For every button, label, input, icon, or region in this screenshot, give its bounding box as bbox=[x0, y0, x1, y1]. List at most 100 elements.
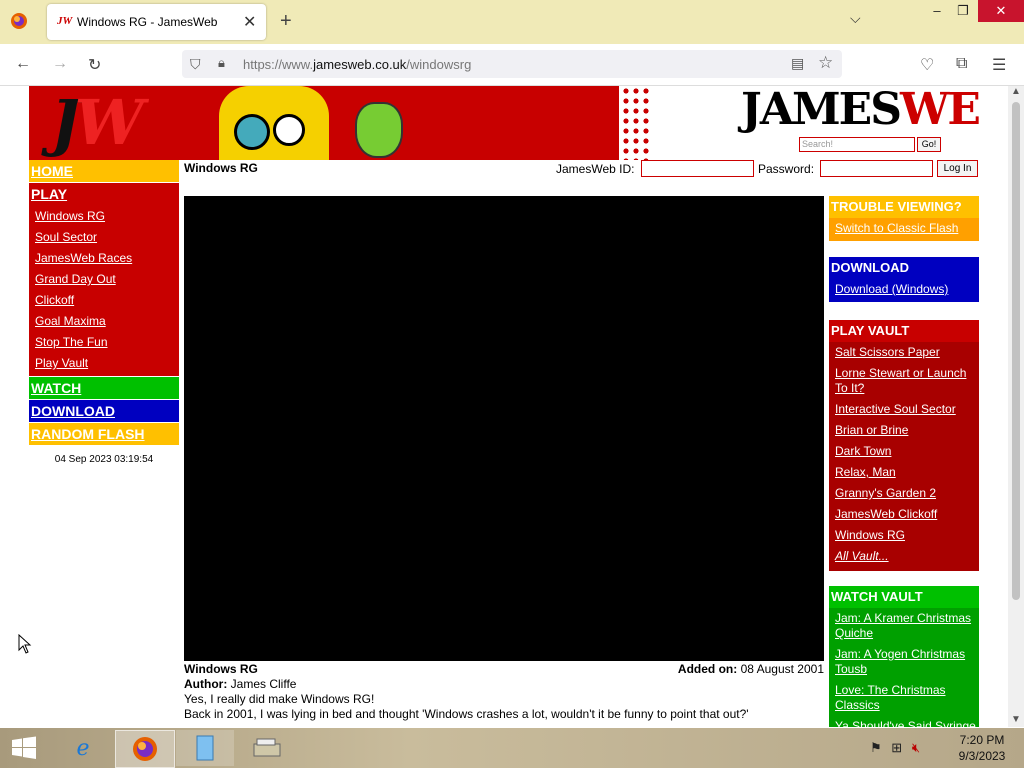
play-vault-heading: PLAY VAULT bbox=[829, 320, 979, 342]
network-icon[interactable]: ⊞ bbox=[891, 740, 902, 755]
page-title: Windows RG bbox=[184, 161, 258, 175]
trouble-viewing-box: TROUBLE VIEWING? Switch to Classic Flash bbox=[829, 196, 979, 241]
game-description-line-2: Back in 2001, I was lying in bed and tho… bbox=[184, 707, 749, 721]
play-vault-box: PLAY VAULT Salt Scissors Paper Lorne Ste… bbox=[829, 320, 979, 571]
scroll-up-icon[interactable]: ▲ bbox=[1011, 86, 1021, 97]
jamesweb-logo[interactable]: JAMESWEB bbox=[741, 86, 979, 135]
play-item-jamesweb-races[interactable]: JamesWeb Races bbox=[29, 248, 179, 269]
nav-download[interactable]: DOWNLOAD bbox=[29, 400, 179, 422]
banner-green-creature bbox=[355, 102, 403, 158]
taskbar-date: 9/3/2023 bbox=[958, 749, 1006, 763]
banner-eye-right bbox=[273, 114, 305, 146]
play-item-play-vault[interactable]: Play Vault bbox=[29, 353, 179, 374]
banner-jw-graphic: JW bbox=[51, 86, 144, 159]
address-bar[interactable]: ⛉ 🔒︎ https://www.jamesweb.co.uk/windowsr… bbox=[182, 50, 842, 78]
login-id-input[interactable] bbox=[641, 160, 754, 177]
bookmark-star-icon[interactable]: ☆ bbox=[818, 53, 833, 73]
game-description-line-1: Yes, I really did make Windows RG! bbox=[184, 692, 375, 706]
login-password-input[interactable] bbox=[820, 160, 933, 177]
play-vault-item[interactable]: Brian or Brine bbox=[829, 420, 979, 441]
windows-start-icon[interactable] bbox=[10, 736, 38, 760]
game-author: Author: James Cliffe bbox=[184, 677, 297, 691]
play-vault-item[interactable]: Salt Scissors Paper bbox=[829, 342, 979, 363]
play-item-windows-rg[interactable]: Windows RG bbox=[29, 206, 179, 227]
play-vault-item[interactable]: Dark Town bbox=[829, 441, 979, 462]
play-vault-item[interactable]: Windows RG bbox=[829, 525, 979, 546]
site-favicon-icon: JW bbox=[57, 15, 73, 27]
browser-navigation-bar: ← → ↻ ⛉ 🔒︎ https://www.jamesweb.co.uk/wi… bbox=[0, 44, 1024, 86]
play-vault-all-link[interactable]: All Vault... bbox=[829, 546, 979, 567]
download-windows-link[interactable]: Download (Windows) bbox=[829, 279, 979, 300]
login-button[interactable]: Log In bbox=[937, 160, 978, 177]
play-vault-item[interactable]: Relax, Man bbox=[829, 462, 979, 483]
download-box: DOWNLOAD Download (Windows) bbox=[829, 257, 979, 302]
play-submenu: Windows RG Soul Sector JamesWeb Races Gr… bbox=[29, 205, 179, 376]
browser-tab[interactable]: JW Windows RG - JamesWeb ✕ bbox=[47, 4, 266, 40]
watch-vault-heading: WATCH VAULT bbox=[829, 586, 979, 608]
firefox-menu-icon[interactable] bbox=[10, 12, 28, 30]
nav-random-flash[interactable]: RANDOM FLASH bbox=[29, 423, 179, 445]
file-explorer-icon[interactable] bbox=[176, 730, 234, 766]
left-navigation: HOME PLAY Windows RG Soul Sector JamesWe… bbox=[29, 160, 179, 445]
forward-arrow-icon[interactable]: → bbox=[52, 55, 68, 73]
play-vault-item[interactable]: Lorne Stewart or Launch To It? bbox=[829, 363, 979, 399]
play-item-clickoff[interactable]: Clickoff bbox=[29, 290, 179, 311]
banner-eye-left bbox=[234, 114, 270, 150]
lock-icon[interactable]: 🔒︎ bbox=[218, 55, 225, 71]
switch-classic-flash-link[interactable]: Switch to Classic Flash bbox=[829, 218, 979, 239]
play-item-soul-sector[interactable]: Soul Sector bbox=[29, 227, 179, 248]
play-item-stop-the-fun[interactable]: Stop The Fun bbox=[29, 332, 179, 353]
tracking-shield-icon[interactable]: ⛉ bbox=[190, 56, 201, 73]
new-tab-button[interactable]: + bbox=[280, 10, 292, 33]
play-item-goal-maxima[interactable]: Goal Maxima bbox=[29, 311, 179, 332]
internet-explorer-icon[interactable]: ℯ bbox=[54, 730, 112, 766]
game-added-date: Added on: 08 August 2001 bbox=[677, 662, 824, 676]
server-clock: 04 Sep 2023 03:19:54 bbox=[54, 454, 154, 465]
game-info: Windows RG Added on: 08 August 2001 Auth… bbox=[184, 662, 824, 722]
volume-muted-icon[interactable]: 🔇︎ bbox=[912, 740, 920, 755]
watch-vault-item[interactable]: Ya Should've Said Syringe bbox=[829, 716, 979, 727]
reader-view-icon[interactable]: ▤ bbox=[791, 55, 804, 72]
taskbar-time: 7:20 PM bbox=[959, 733, 1005, 747]
system-tray: ⚑ ⊞ 🔇︎ bbox=[870, 740, 926, 756]
scrollbar-thumb[interactable] bbox=[1012, 102, 1020, 600]
firefox-taskbar-icon[interactable] bbox=[115, 730, 175, 768]
page-scrollbar[interactable]: ▲ ▼ bbox=[1008, 86, 1024, 727]
watch-vault-item[interactable]: Jam: A Kramer Christmas Quiche bbox=[829, 608, 979, 644]
nav-play[interactable]: PLAY bbox=[29, 183, 179, 205]
play-vault-item[interactable]: Granny's Garden 2 bbox=[829, 483, 979, 504]
web-page: JW JAMESWEB Search! Go! HOME PLAY Window… bbox=[0, 86, 1008, 727]
pocket-icon[interactable]: ♡ bbox=[920, 55, 934, 75]
flash-game-player[interactable] bbox=[184, 196, 824, 661]
site-search-input[interactable]: Search! bbox=[799, 137, 915, 152]
scroll-down-icon[interactable]: ▼ bbox=[1011, 714, 1021, 725]
play-vault-item[interactable]: JamesWeb Clickoff bbox=[829, 504, 979, 525]
taskbar-clock[interactable]: 7:20 PM 9/3/2023 bbox=[952, 732, 1012, 764]
url-text[interactable]: https://www.jamesweb.co.uk/windowsrg bbox=[243, 57, 471, 72]
restore-window-button[interactable]: ❐ bbox=[948, 0, 978, 22]
watch-vault-item[interactable]: Jam: A Yogen Christmas Tousb bbox=[829, 644, 979, 680]
mouse-cursor-icon bbox=[18, 634, 32, 654]
watch-vault-item[interactable]: Love: The Christmas Classics bbox=[829, 680, 979, 716]
app-taskbar-icon[interactable] bbox=[238, 730, 296, 766]
nav-home[interactable]: HOME bbox=[29, 160, 179, 182]
close-window-button[interactable]: ✕ bbox=[978, 0, 1024, 22]
reload-icon[interactable]: ↻ bbox=[88, 55, 101, 75]
login-password-label: Password: bbox=[758, 162, 815, 176]
tab-title: Windows RG - JamesWeb bbox=[77, 15, 218, 29]
site-search-button[interactable]: Go! bbox=[917, 137, 941, 152]
banner-halftone-dots bbox=[491, 86, 651, 160]
nav-watch[interactable]: WATCH bbox=[29, 377, 179, 399]
browser-tab-strip: JW Windows RG - JamesWeb ✕ + ⌵ – ❐ ✕ bbox=[0, 0, 1024, 44]
back-arrow-icon[interactable]: ← bbox=[15, 55, 31, 73]
site-banner: JW JAMESWEB Search! Go! bbox=[29, 86, 979, 160]
play-vault-item[interactable]: Interactive Soul Sector bbox=[829, 399, 979, 420]
close-tab-icon[interactable]: ✕ bbox=[243, 12, 256, 32]
play-item-grand-day-out[interactable]: Grand Day Out bbox=[29, 269, 179, 290]
action-center-flag-icon[interactable]: ⚑ bbox=[870, 740, 882, 755]
chevron-down-icon[interactable]: ⌵ bbox=[850, 10, 861, 27]
extensions-icon[interactable]: ⧉ bbox=[956, 55, 967, 73]
hamburger-menu-icon[interactable]: ☰ bbox=[992, 55, 1006, 75]
watch-vault-box: WATCH VAULT Jam: A Kramer Christmas Quic… bbox=[829, 586, 979, 727]
trouble-viewing-heading: TROUBLE VIEWING? bbox=[829, 196, 979, 218]
